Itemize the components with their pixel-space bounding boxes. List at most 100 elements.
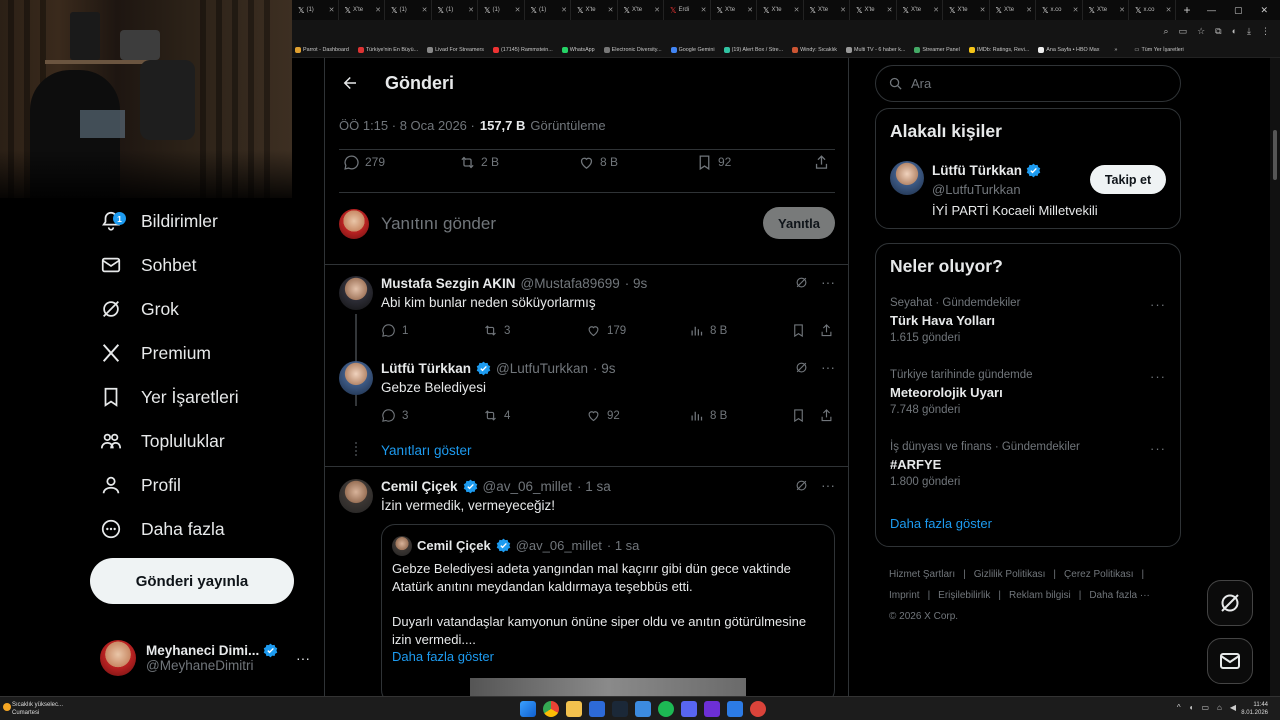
profile-icon[interactable]: ◐ [1232,26,1237,36]
repost-action[interactable]: 2 B [459,154,499,171]
clock[interactable]: 11:44 8.01.2026 [1241,701,1268,717]
tweet-time[interactable]: · 1 sa [577,479,611,494]
share-action[interactable] [813,154,830,171]
search-box[interactable]: Ara [875,65,1181,102]
quote-media-thumbnail[interactable] [470,678,746,696]
bookmark-action[interactable]: 92 [696,154,731,171]
bookmark-item[interactable]: (19) Alert Box / Stre... [723,46,783,53]
browser-tab[interactable]: 𝕏 X'te ✕ [850,0,897,20]
bookmark-action[interactable] [791,408,806,423]
close-icon[interactable]: ✕ [1166,6,1172,14]
download-icon[interactable]: ⤓ [1247,26,1251,37]
like-action[interactable]: 8 B [578,154,618,171]
close-icon[interactable]: ✕ [654,6,660,14]
cast-icon[interactable]: ▭ [1179,26,1188,37]
browser-tab[interactable]: 𝕏 X'te ✕ [757,0,804,20]
close-icon[interactable]: ✕ [1026,6,1032,14]
reply-action[interactable]: 1 [381,323,408,338]
account-more-icon[interactable]: ··· [296,650,310,666]
footer-link[interactable]: Reklam bilgisi [1009,590,1071,601]
close-icon[interactable]: ✕ [1073,6,1079,14]
grok-icon[interactable] [794,478,809,493]
share-action[interactable] [819,408,834,423]
browser-tab[interactable]: 𝕏 Erdi ✕ [664,0,711,20]
all-bookmarks-folder[interactable]: ▭ Tüm Yer İşaretleri [1134,47,1183,53]
browser-tab[interactable]: 𝕏 (1) ✕ [385,0,432,20]
close-window-icon[interactable]: ✕ [1260,5,1268,16]
browser-tab[interactable]: 𝕏 X'te ✕ [339,0,385,20]
browser-tab[interactable]: 𝕏 X'te ✕ [618,0,664,20]
zoom-icon[interactable]: ⌕ [1164,26,1169,37]
grok-icon[interactable] [794,360,809,375]
tweet-time[interactable]: · 9s [625,276,648,291]
sidebar-item-grok[interactable]: Grok [100,291,179,327]
more-icon[interactable]: ··· [821,477,835,493]
more-icon[interactable]: ··· [821,274,835,290]
browser-tab[interactable]: 𝕏x.co ✕ [1129,0,1176,20]
steam-icon[interactable] [612,701,628,717]
share-action[interactable] [819,323,834,338]
bookmark-item[interactable]: Ana Sayfa • HBO Max [1038,46,1099,53]
bookmarks-overflow-button[interactable]: » [1114,47,1117,53]
grok-icon[interactable] [794,275,809,290]
browser-tab[interactable]: 𝕏 X'te ✕ [571,0,618,20]
bookmark-item[interactable]: Streamer Panel [914,46,960,53]
sidebar-item-yer-i-şaretleri[interactable]: Yer İşaretleri [100,379,239,415]
reply-tweet-2[interactable]: Lütfü Türkkan @LutfuTurkkan · 9s ··· Geb… [339,359,835,433]
quote-tweet[interactable]: Cemil Çiçek @av_06_millet · 1 sa Gebze B… [381,524,835,696]
close-icon[interactable]: ✕ [375,6,381,14]
close-icon[interactable]: ✕ [980,6,986,14]
account-switcher[interactable]: Meyhaneci Dimi... @MeyhaneDimitri ··· [100,636,310,680]
views-action[interactable]: 8 B [689,408,727,423]
more-icon[interactable]: ··· [1150,369,1166,384]
close-icon[interactable]: ✕ [887,6,893,14]
browser-tab[interactable]: 𝕏 X'te ✕ [990,0,1036,20]
mic-icon[interactable]: ◖ [1189,703,1194,712]
close-icon[interactable]: ✕ [468,6,474,14]
like-action[interactable]: 92 [586,408,620,423]
follow-button[interactable]: Takip et [1090,165,1166,194]
more-icon[interactable]: ··· [1150,441,1166,456]
display-icon[interactable]: ▭ [1201,703,1209,712]
browser-tab[interactable]: 𝕏 X'te ✕ [943,0,990,20]
trend-item[interactable]: Türkiye tarihinde gündemde Meteorolojik … [890,369,1166,416]
close-icon[interactable]: ✕ [933,6,939,14]
browser-tab[interactable]: 𝕏 X'te ✕ [804,0,850,20]
close-icon[interactable]: ✕ [561,6,567,14]
maximize-icon[interactable]: ▢ [1234,5,1243,16]
minimize-icon[interactable]: — [1207,5,1216,16]
page-scrollbar[interactable] [1270,58,1280,696]
trend-item[interactable]: İş dünyası ve finans · Gündemdekiler #AR… [890,441,1166,488]
close-icon[interactable]: ✕ [747,6,753,14]
footer-link[interactable]: Gizlilik Politikası [974,569,1046,580]
network-icon[interactable]: ⌂ [1217,703,1222,712]
footer-link[interactable]: Imprint [889,590,920,601]
messages-fab[interactable] [1207,638,1253,684]
app-icon[interactable] [750,701,766,717]
footer-link[interactable]: Erişilebilirlik [938,590,990,601]
search-input[interactable]: Ara [911,76,931,91]
related-name[interactable]: Lütfü Türkkan [932,163,1022,178]
repost-action[interactable]: 3 [483,323,510,338]
post-button[interactable]: Gönderi yayınla [90,558,294,604]
repost-action[interactable]: 4 [483,408,510,423]
close-icon[interactable]: ✕ [515,6,521,14]
sidebar-item-topluluklar[interactable]: Topluluklar [100,423,225,459]
reply-action[interactable]: 279 [343,154,385,171]
volume-icon[interactable]: ◀ [1230,703,1236,712]
author-handle[interactable]: @Mustafa89699 [521,276,620,291]
back-arrow-icon[interactable] [341,74,359,92]
close-icon[interactable]: ✕ [329,6,335,14]
author-name[interactable]: Cemil Çiçek [381,479,458,494]
bookmark-action[interactable] [791,323,806,338]
tweet-time[interactable]: · 9s [593,361,616,376]
author-handle[interactable]: @LutfuTurkkan [496,361,588,376]
author-handle[interactable]: @av_06_millet [483,479,573,494]
bookmark-item[interactable]: Google Gemini [670,46,715,53]
reply-composer[interactable]: Yanıtını gönder Yanıtla [339,206,835,242]
bookmark-item[interactable]: Windy: Sıcaklık [792,46,837,53]
browser-tab[interactable]: 𝕏 X'te ✕ [897,0,943,20]
browser-tab[interactable]: 𝕏x.co ✕ [1036,0,1083,20]
related-handle[interactable]: @LutfuTurkkan [932,182,1021,197]
bookmark-item[interactable]: Electronic Diversity... [603,46,662,53]
